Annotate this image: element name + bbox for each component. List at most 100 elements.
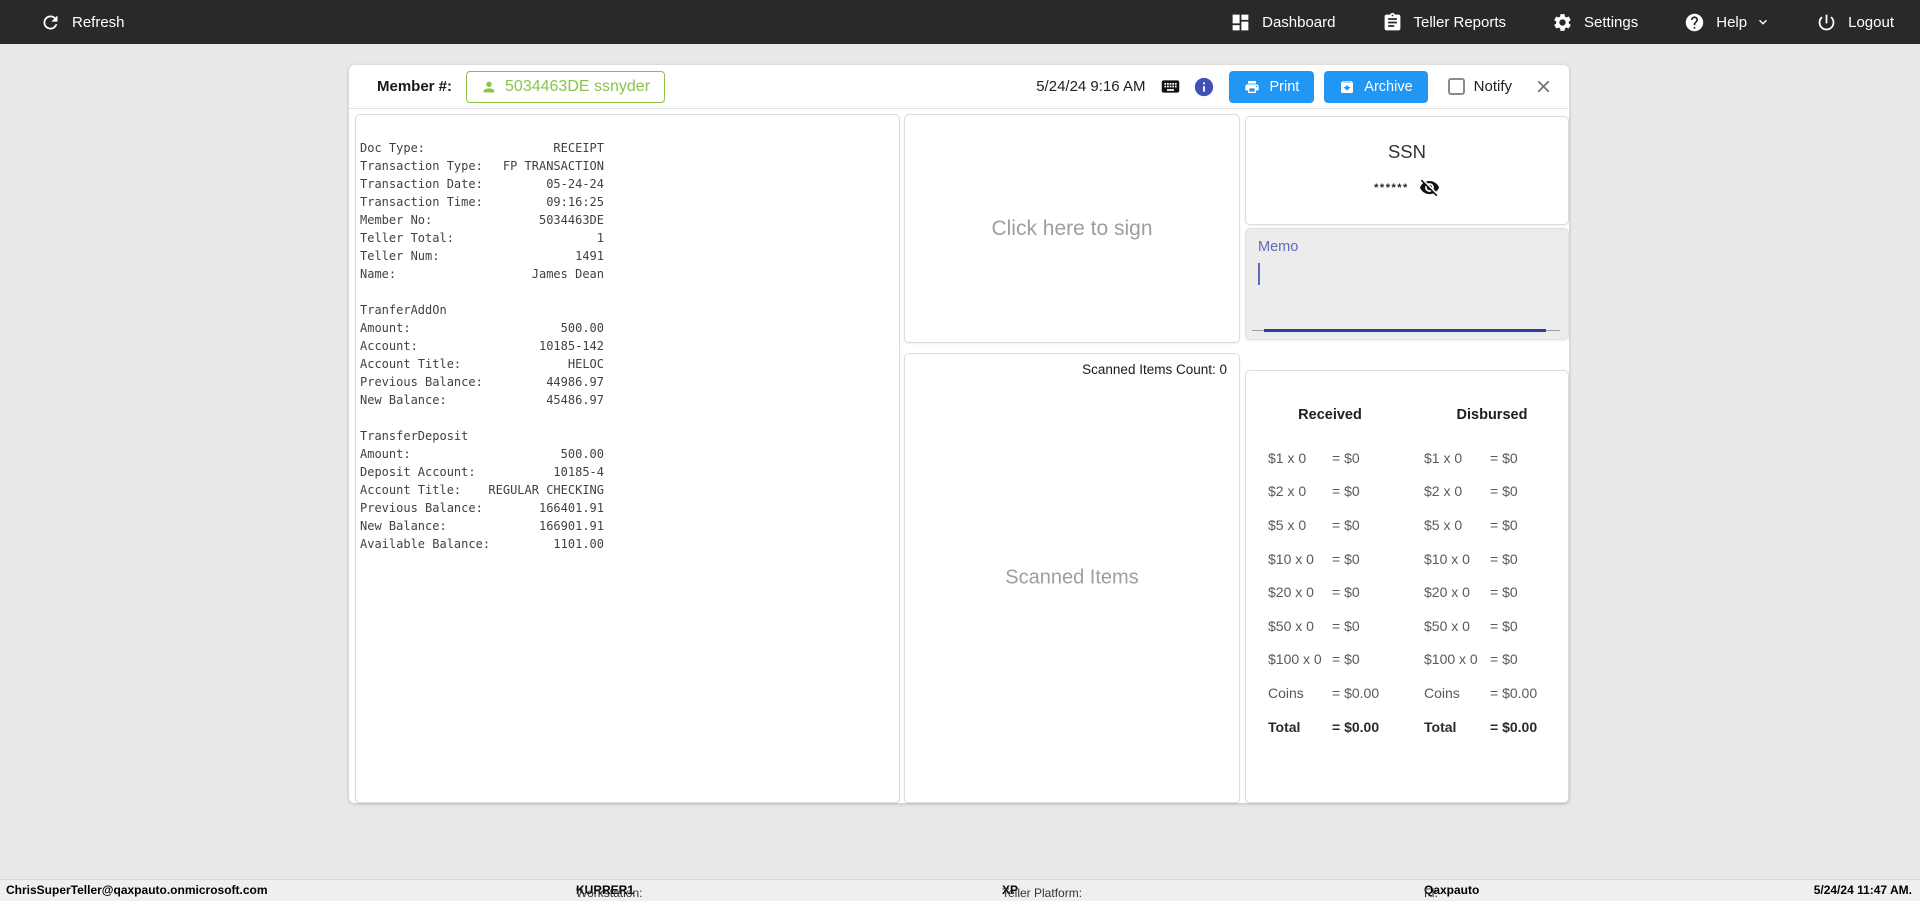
receipt-line-label: Deposit Account: (360, 465, 476, 479)
member-button[interactable]: 5034463DE ssnyder (466, 70, 666, 103)
receipt-line-value: 1 (596, 231, 604, 245)
receipt-line: Transaction Time: 09:16:25 (360, 193, 604, 211)
receipt-line: Previous Balance: 44986.97 (360, 373, 604, 391)
memo-field[interactable]: Memo (1245, 228, 1569, 340)
receipt-line-label: Account: (360, 339, 418, 353)
denomination-value-disbursed: = $0 (1490, 449, 1518, 466)
denomination-label-received: $2 x 0 (1268, 483, 1307, 500)
signature-panel[interactable]: Click here to sign (904, 114, 1240, 343)
denomination-value-received: = $0 (1332, 584, 1360, 601)
receipt-line-value: HELOC (567, 357, 604, 371)
receipt-line-label: Transaction Date: (360, 177, 483, 191)
status-bar: ChrisSuperTeller@qaxpauto.onmicrosoft.co… (0, 879, 1920, 901)
nav-dashboard[interactable]: Dashboard (1230, 12, 1336, 33)
nav-help[interactable]: Help (1684, 12, 1770, 33)
receipt-line-label: Teller Num: (360, 249, 440, 263)
receipt-line-label: New Balance: (360, 519, 447, 533)
denomination-value-received: = $0.00 (1332, 684, 1380, 701)
workstation-status: Workstation: KURRER1 (576, 883, 642, 900)
disbursed-header: Disbursed (1456, 407, 1528, 423)
refresh-button[interactable]: Refresh (40, 12, 125, 33)
denomination-label-disbursed: $5 x 0 (1424, 516, 1463, 533)
transaction-card: Member #: 5034463DE ssnyder 5/24/24 9:16… (349, 65, 1569, 803)
receipt-line-value: 45486.97 (546, 393, 604, 407)
member-header: Member #: 5034463DE ssnyder 5/24/24 9:16… (349, 65, 1569, 109)
denomination-label-received: $50 x 0 (1268, 617, 1314, 634)
receipt-panel: Doc Type: RECEIPT Transaction Type: FP T… (355, 114, 900, 803)
teller-platform-status: Teller Platform: XP (1002, 883, 1082, 900)
denomination-value-received: = $0 (1332, 483, 1360, 500)
cash-denomination-table: $1 x 0 = $0 $1 x 0 = $0 $2 x 0 = $0 $2 x… (1268, 441, 1564, 743)
receipt-line: Teller Num: 1491 (360, 247, 604, 265)
receipt-line: Account Title: HELOC (360, 355, 604, 373)
nav-logout[interactable]: Logout (1816, 12, 1894, 33)
receipt-line (360, 409, 604, 427)
fi-status: FI: Qaxpauto (1424, 883, 1479, 900)
denomination-label-received: $5 x 0 (1268, 516, 1307, 533)
denomination-value-disbursed: = $0 (1490, 617, 1518, 634)
cash-row: $5 x 0 = $0 $5 x 0 = $0 (1268, 508, 1564, 542)
print-button[interactable]: Print (1229, 70, 1315, 103)
ssn-title: SSN (1387, 141, 1427, 162)
denomination-value-disbursed: = $0.00 (1490, 684, 1538, 701)
nav-teller-reports[interactable]: Teller Reports (1382, 12, 1506, 33)
scanned-items-panel: Scanned Items Count: 0 Scanned Items (904, 353, 1240, 803)
receipt-line: Transaction Date: 05-24-24 (360, 175, 604, 193)
ssn-panel: SSN ****** (1245, 116, 1569, 225)
receipt-line-value: REGULAR CHECKING (488, 483, 604, 497)
printer-icon (1245, 80, 1260, 93)
denomination-label-received: $20 x 0 (1268, 584, 1314, 601)
receipt-line (360, 283, 604, 301)
receipt-line-value: 05-24-24 (546, 177, 604, 191)
receipt-line: Member No: 5034463DE (360, 211, 604, 229)
signature-placeholder: Click here to sign (991, 216, 1153, 240)
denomination-value-received: = $0 (1332, 550, 1360, 567)
person-icon (483, 81, 495, 92)
receipt-line-label: Available Balance: (360, 537, 491, 551)
cash-row: $10 x 0 = $0 $10 x 0 = $0 (1268, 542, 1564, 576)
receipt-line: Account Title: REGULAR CHECKING (360, 481, 604, 499)
receipt-line: Amount: 500.00 (360, 319, 604, 337)
scanned-items-count: Scanned Items Count: 0 (1082, 362, 1227, 377)
notify-checkbox[interactable] (1447, 78, 1465, 95)
keyboard-icon[interactable] (1157, 76, 1184, 97)
denomination-label-received: Coins (1268, 684, 1304, 701)
memo-text-caret (1258, 263, 1260, 285)
denomination-value-disbursed: = $0.00 (1490, 718, 1538, 735)
help-icon (1686, 13, 1704, 31)
denomination-label-disbursed: Total (1424, 718, 1457, 735)
member-button-label: 5034463DE ssnyder (505, 77, 651, 95)
cash-panel: Received Disbursed $1 x 0 = $0 $1 x 0 = … (1245, 370, 1569, 803)
receipt-line: Account: 10185-142 (360, 337, 604, 355)
receipt-line-value: 1101.00 (553, 537, 604, 551)
receipt-line-value: 500.00 (560, 321, 604, 335)
denomination-label-disbursed: Coins (1424, 684, 1460, 701)
notify-toggle[interactable]: Notify (1447, 78, 1512, 95)
receipt-line-value: 5034463DE (538, 213, 604, 227)
receipt-line-value: 166901.91 (538, 519, 604, 533)
receipt-line-value: RECEIPT (553, 141, 604, 155)
teller-platform-label: Teller Platform: (1002, 886, 1083, 900)
receipt-line-value: 1491 (575, 249, 604, 263)
receipt-line-label: New Balance: (360, 393, 447, 407)
nav-settings[interactable]: Settings (1552, 12, 1638, 33)
nav-logout-label: Logout (1848, 13, 1894, 31)
info-icon[interactable] (1193, 76, 1215, 98)
denomination-value-disbursed: = $0 (1490, 550, 1518, 567)
receipt-line-label: Account Title: (360, 357, 462, 371)
receipt-line-label: TransferDeposit (360, 429, 469, 443)
denomination-value-disbursed: = $0 (1490, 516, 1518, 533)
receipt-line-label: Transaction Type: (360, 159, 483, 173)
receipt-line: Available Balance: 1101.00 (360, 535, 604, 553)
denomination-label-disbursed: $100 x 0 (1424, 651, 1478, 668)
logged-in-user: ChrisSuperTeller@qaxpauto.onmicrosoft.co… (6, 883, 268, 897)
archive-button[interactable]: Archive (1324, 70, 1428, 103)
close-icon[interactable] (1534, 77, 1553, 96)
denomination-value-disbursed: = $0 (1490, 651, 1518, 668)
eye-off-icon[interactable] (1419, 177, 1440, 198)
receipt-line-label: Amount: (360, 447, 411, 461)
denomination-label-disbursed: $50 x 0 (1424, 617, 1470, 634)
receipt-line-label: Previous Balance: (360, 375, 483, 389)
memo-underline-focus (1264, 329, 1546, 332)
chevron-down-icon (1759, 19, 1768, 25)
